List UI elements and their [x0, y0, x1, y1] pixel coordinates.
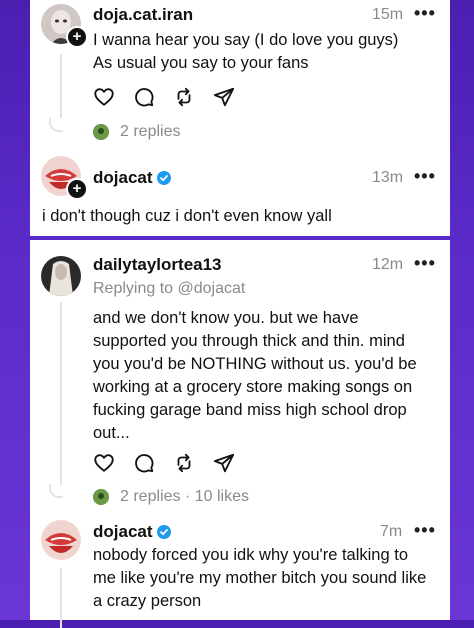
post-line: fucking garage band miss high school dro…: [93, 401, 407, 419]
thread-card-top: + doja.cat.iran 15m ••• I wanna hear you…: [30, 0, 450, 236]
repost-icon[interactable]: [173, 86, 195, 108]
follow-plus-icon[interactable]: +: [66, 26, 88, 48]
action-bar: [93, 86, 235, 108]
meta-separator: ·: [184, 488, 191, 505]
likes-link[interactable]: 10 likes: [195, 488, 249, 505]
repost-icon[interactable]: [173, 452, 195, 474]
verified-badge-icon: [157, 525, 171, 539]
timestamp: 13m: [372, 169, 404, 186]
follow-plus-icon[interactable]: +: [66, 178, 88, 200]
heart-icon[interactable]: [93, 452, 115, 474]
replying-to[interactable]: Replying to @dojacat: [93, 280, 245, 298]
thread-line: [60, 302, 62, 485]
username[interactable]: dojacat: [93, 522, 153, 542]
post-line: you you'd be NOTHING without us. you'd b…: [93, 355, 417, 373]
heart-icon[interactable]: [93, 86, 115, 108]
comment-icon[interactable]: [133, 452, 155, 474]
thread-curl: [49, 484, 63, 498]
post-line: out...: [93, 424, 130, 442]
replies-link[interactable]: 2 replies: [120, 488, 180, 505]
post-line: I wanna hear you say (I do love you guys…: [93, 31, 399, 49]
more-options-icon[interactable]: •••: [414, 166, 436, 187]
avatar[interactable]: [41, 256, 81, 296]
share-icon[interactable]: [213, 452, 235, 474]
post-line: supported you through thick and thin. mi…: [93, 332, 405, 350]
avatar[interactable]: [41, 520, 81, 560]
post-line: nobody forced you idk why you're talking…: [93, 546, 408, 564]
post-line: i don't though cuz i don't even know yal…: [42, 207, 332, 225]
timestamp: 12m: [372, 256, 404, 273]
username[interactable]: dailytaylortea13: [93, 255, 222, 275]
username[interactable]: doja.cat.iran: [93, 5, 193, 25]
replies-link[interactable]: 2 replies: [120, 123, 180, 141]
replier-avatar: [93, 489, 109, 505]
timestamp: 7m: [380, 523, 403, 540]
post-line: working at a grocery store making songs …: [93, 378, 413, 396]
post-line: and we don't know you. but we have: [93, 309, 359, 327]
share-icon[interactable]: [213, 86, 235, 108]
comment-icon[interactable]: [133, 86, 155, 108]
more-options-icon[interactable]: •••: [414, 520, 436, 541]
thread-line: [60, 568, 62, 628]
more-options-icon[interactable]: •••: [414, 253, 436, 274]
more-options-icon[interactable]: •••: [414, 3, 436, 24]
replier-avatar: [93, 124, 109, 140]
thread-curl: [49, 118, 63, 132]
action-bar: [93, 452, 235, 474]
verified-badge-icon: [157, 171, 171, 185]
username[interactable]: dojacat: [93, 168, 153, 188]
thread-card-bottom: dailytaylortea13 12m ••• Replying to @do…: [30, 240, 450, 628]
post-line: me like you're my mother bitch you sound…: [93, 569, 427, 587]
post-line: As usual you say to your fans: [93, 54, 309, 72]
post-line: a crazy person: [93, 592, 202, 610]
timestamp: 15m: [372, 6, 404, 23]
thread-line: [60, 54, 62, 118]
replies-likes-meta: 2 replies · 10 likes: [120, 488, 249, 506]
